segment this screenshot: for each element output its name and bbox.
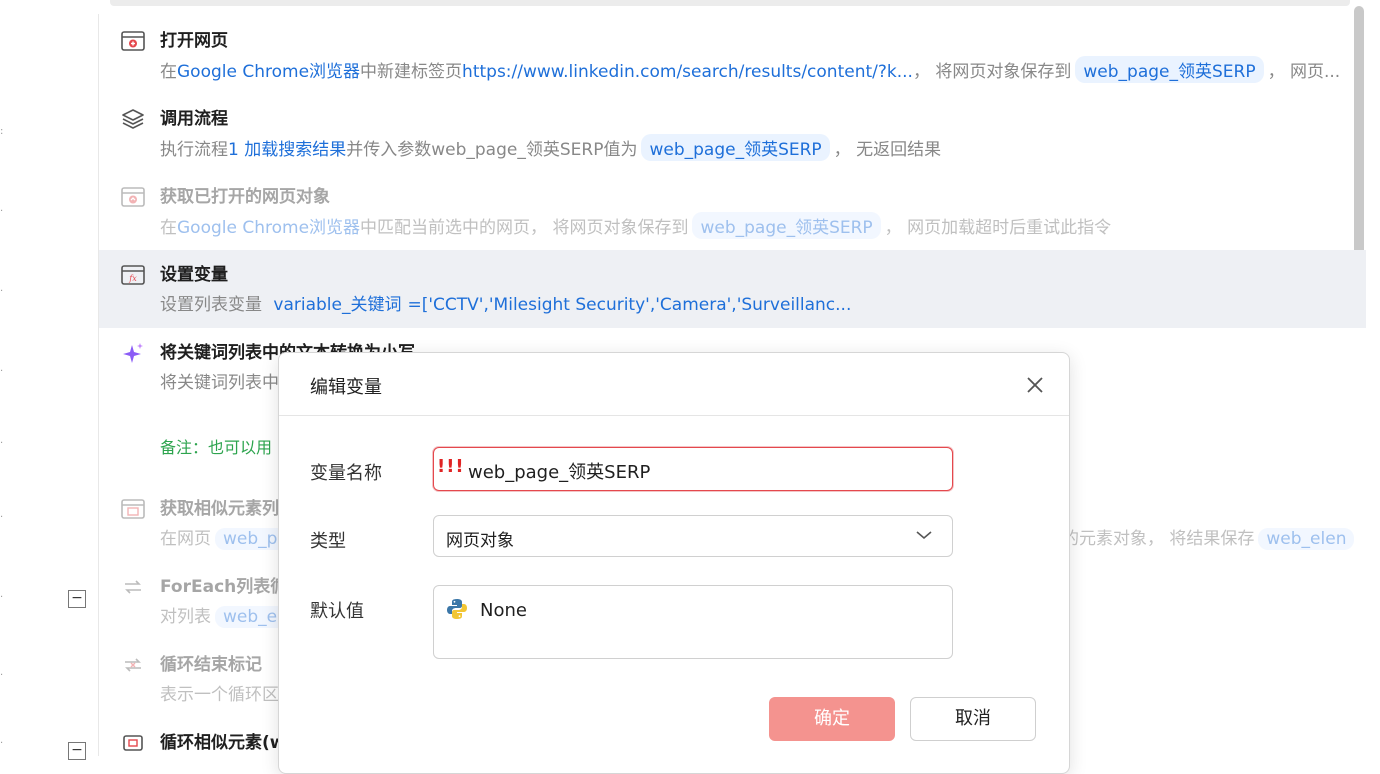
sparkle-icon [123,343,143,363]
variable-name-label: 变量名称 [310,463,382,484]
type-value: 网页对象 [446,531,514,551]
default-value-editor[interactable]: None [433,585,953,659]
step-title: 设置变量 [160,265,228,285]
element-list-icon [121,499,145,519]
default-value-text: None [480,600,527,621]
step-description-tail: 似的元素对象， 将结果保存 web_elen [1045,524,1358,550]
step-set-variable[interactable]: fx 设置变量 设置列表变量 variable_关键词 =['CCTV','Mil… [99,250,1366,328]
gutter-mark: · [0,512,4,523]
svg-text:fx: fx [128,274,137,283]
gutter-mark: · [0,438,4,449]
variable-name-value: web_page_领英SERP [468,462,651,483]
layers-icon [122,109,144,129]
step-note: 备注：也可以用 [160,438,273,457]
step-description: 在Google Chrome浏览器中新建标签页https://www.linke… [160,56,1340,83]
gutter-mark: · [0,206,4,217]
edit-variable-dialog: 编辑变量 变量名称 !!! web_page_领英SERP 类型 网页对象 默认… [278,352,1070,774]
top-toolbar-edge [110,0,1350,6]
gutter-mark: · [0,738,4,749]
type-label: 类型 [310,531,346,552]
step-title: 循环相似元素(w [160,733,286,753]
step-title: 循环结束标记 [160,655,262,675]
step-title: 获取已打开的网页对象 [160,187,330,207]
step-open-page[interactable]: 打开网页 在Google Chrome浏览器中新建标签页https://www.… [99,16,1366,94]
gutter-mark: · [0,592,4,603]
default-value-label: 默认值 [310,601,364,622]
browser-window-icon [121,31,145,51]
collapse-toggle-foreach[interactable]: − [68,590,86,608]
collapse-toggle-loop-similar[interactable]: − [68,742,86,760]
step-get-opened-page[interactable]: 获取已打开的网页对象 在Google Chrome浏览器中匹配当前选中的网页， … [99,172,1366,250]
step-description: 表示一个循环区 [160,685,279,705]
step-description: 在Google Chrome浏览器中匹配当前选中的网页， 将网页对象保存到 web… [160,212,1111,239]
loop-end-icon [125,658,141,672]
variable-chip: web_elen [1258,528,1355,550]
step-description: 设置列表变量 variable_关键词 =['CCTV','Milesight S… [160,295,852,315]
variable-name-field[interactable]: !!! web_page_领英SERP [433,447,953,491]
type-select[interactable]: 网页对象 [433,515,953,557]
gutter-mark: · [0,670,4,681]
browser-upload-icon [121,187,145,207]
step-title: 打开网页 [160,31,228,51]
line-gutter: : · · · · · · · · [0,0,98,756]
loop-elements-icon [123,735,143,751]
fx-window-icon: fx [121,265,145,285]
step-title: 获取相似元素列 [160,499,279,519]
step-title: 调用流程 [160,109,228,129]
cancel-button[interactable]: 取消 [910,697,1036,741]
gutter-mark: · [0,366,4,377]
dialog-title: 编辑变量 [310,377,382,398]
variable-chip: web_page_领英SERP [692,212,881,239]
dialog-header: 编辑变量 [279,353,1069,416]
warning-marker: !!! [437,456,465,477]
step-description: 执行流程1 加载搜索结果并传入参数web_page_领英SERP值为 web_pa… [160,134,941,161]
python-icon [447,599,467,619]
gutter-mark: · [0,286,4,297]
step-call-flow[interactable]: 调用流程 执行流程1 加载搜索结果并传入参数web_page_领英SERP值为 w… [99,94,1366,172]
variable-chip: web_page_领英SERP [1075,56,1264,83]
variable-chip: web_page_领英SERP [641,134,830,161]
close-icon[interactable] [1023,373,1047,397]
loop-icon [125,580,141,594]
chevron-down-icon [916,531,932,540]
confirm-button[interactable]: 确定 [769,697,895,741]
step-description: 将关键词列表中 [160,373,279,393]
step-title: ForEach列表循 [160,577,288,597]
gutter-mark: : [0,126,4,137]
